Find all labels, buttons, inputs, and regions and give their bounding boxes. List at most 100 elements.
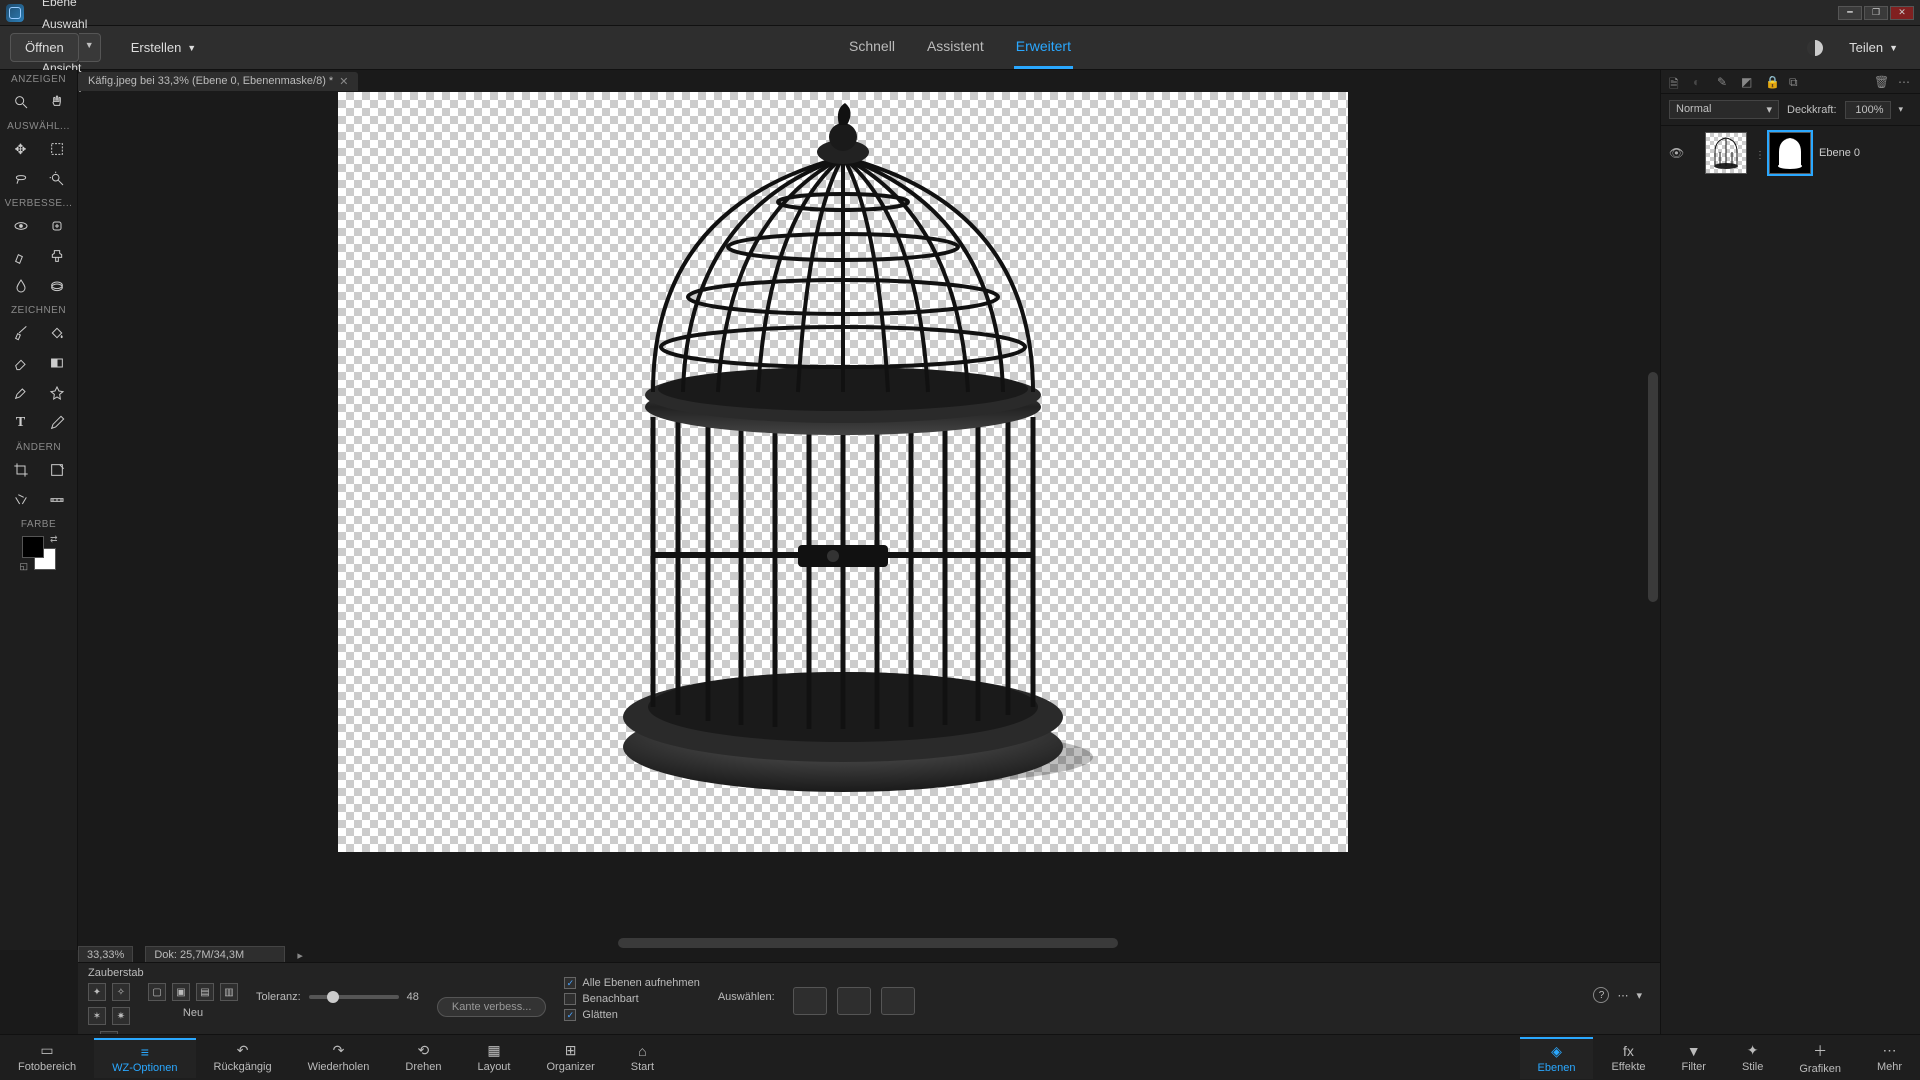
menu-ebene[interactable]: Ebene: [34, 0, 119, 13]
mask-link-icon[interactable]: ⋮: [1755, 150, 1761, 156]
help-icon[interactable]: ?: [1593, 987, 1609, 1003]
default-colors-icon[interactable]: ◱: [20, 561, 29, 572]
select-subject-button[interactable]: [793, 987, 827, 1015]
window-minimize-button[interactable]: ━: [1838, 6, 1862, 20]
window-maximize-button[interactable]: ❐: [1864, 6, 1888, 20]
color-swatch[interactable]: ⇄ ◱: [22, 536, 56, 570]
gradient-tool[interactable]: [46, 352, 68, 374]
redeye-tool[interactable]: [10, 215, 32, 237]
checkbox-all-layers[interactable]: ✓: [564, 977, 576, 989]
layer-mask-thumbnail[interactable]: [1769, 132, 1811, 174]
toolbox-section-enhance: VERBESSE...: [0, 194, 77, 211]
dock-grafiken[interactable]: ＋Grafiken: [1781, 1037, 1859, 1079]
dock-layout[interactable]: ▦Layout: [459, 1038, 528, 1078]
sponge-tool[interactable]: [46, 275, 68, 297]
marquee-tool[interactable]: [46, 138, 68, 160]
open-button[interactable]: Öffnen: [10, 33, 79, 62]
selection-new-icon[interactable]: ▢: [148, 983, 166, 1001]
create-button[interactable]: Erstellen ▼: [119, 34, 209, 61]
document-tab[interactable]: Käfig.jpeg bei 33,3% (Ebene 0, Ebenenmas…: [78, 72, 358, 91]
blend-mode-select[interactable]: Normal▾: [1669, 100, 1779, 119]
share-button[interactable]: Teilen ▼: [1837, 34, 1910, 61]
blur-tool[interactable]: [10, 275, 32, 297]
layer-mask-icon[interactable]: ◩: [1741, 75, 1755, 89]
dock-stile[interactable]: ✦Stile: [1724, 1037, 1781, 1079]
dock-rückgängig[interactable]: ↶Rückgängig: [196, 1038, 290, 1078]
wand-variant-2[interactable]: ✧: [112, 983, 130, 1001]
dock-wz-optionen[interactable]: ≡WZ-Optionen: [94, 1038, 195, 1078]
menu-auswahl[interactable]: Auswahl: [34, 13, 119, 35]
dock-drehen[interactable]: ⟲Drehen: [387, 1038, 459, 1078]
brush-tool[interactable]: [10, 322, 32, 344]
delete-layer-icon[interactable]: 🗑: [1874, 75, 1888, 89]
dock-mehr[interactable]: ⋯Mehr: [1859, 1037, 1920, 1079]
wand-variant-1[interactable]: ✦: [88, 983, 106, 1001]
dock-fotobereich[interactable]: ▭Fotobereich: [0, 1038, 94, 1078]
new-layer-icon[interactable]: 🗎: [1669, 75, 1683, 89]
recompose-tool[interactable]: [46, 459, 68, 481]
zoom-tool[interactable]: [10, 91, 32, 113]
dock-ebenen[interactable]: ◈Ebenen: [1520, 1037, 1594, 1079]
smart-brush-tool[interactable]: [10, 245, 32, 267]
selection-add-icon[interactable]: ▣: [172, 983, 190, 1001]
horizontal-scrollbar[interactable]: [618, 938, 1118, 948]
select-sky-button[interactable]: [837, 987, 871, 1015]
content-aware-move-tool[interactable]: [10, 489, 32, 511]
opacity-dropdown-icon[interactable]: ▾: [1899, 104, 1904, 115]
options-collapse-icon[interactable]: ▾: [1636, 989, 1642, 1002]
dock-organizer[interactable]: ⊞Organizer: [528, 1038, 612, 1078]
vertical-scrollbar[interactable]: [1648, 372, 1658, 602]
text-tool[interactable]: T: [10, 412, 32, 434]
layer-link-icon[interactable]: [1691, 150, 1697, 156]
select-background-button[interactable]: [881, 987, 915, 1015]
document-tab-close-icon[interactable]: ✕: [339, 75, 348, 88]
straighten-tool[interactable]: [46, 489, 68, 511]
mode-tab-assistent[interactable]: Assistent: [925, 26, 986, 69]
swap-colors-icon[interactable]: ⇄: [50, 534, 58, 545]
lock-layer-icon[interactable]: 🔒: [1765, 75, 1779, 89]
mode-tab-schnell[interactable]: Schnell: [847, 26, 897, 69]
pencil-tool[interactable]: [46, 412, 68, 434]
eyedropper-tool[interactable]: [10, 382, 32, 404]
status-menu-icon[interactable]: ▸: [297, 949, 303, 962]
magic-wand-tool[interactable]: [46, 168, 68, 190]
dock-effekte[interactable]: fxEffekte: [1593, 1037, 1663, 1079]
layers-panel-menu-icon[interactable]: ⋯: [1898, 75, 1912, 89]
dock-filter[interactable]: ▼Filter: [1664, 1037, 1724, 1079]
theme-toggle-icon[interactable]: [1807, 40, 1823, 56]
options-menu-icon[interactable]: ⋯: [1617, 989, 1628, 1002]
dock-icon: ⋯: [1882, 1042, 1896, 1059]
hand-tool[interactable]: [46, 91, 68, 113]
opacity-value-input[interactable]: 100%: [1845, 101, 1891, 119]
selection-subtract-icon[interactable]: ▤: [196, 983, 214, 1001]
wand-variant-4[interactable]: ✷: [112, 1007, 130, 1025]
layer-name-label[interactable]: Ebene 0: [1819, 147, 1860, 159]
crop-tool[interactable]: [10, 459, 32, 481]
layer-row[interactable]: 👁 ⋮ Ebene 0: [1661, 126, 1920, 180]
layer-style-icon[interactable]: ✎: [1717, 75, 1731, 89]
tolerance-slider[interactable]: [309, 995, 399, 999]
eraser-tool[interactable]: [10, 352, 32, 374]
dock-start[interactable]: ⌂Start: [613, 1038, 672, 1078]
lasso-tool[interactable]: [10, 168, 32, 190]
wand-variant-3[interactable]: ✶: [88, 1007, 106, 1025]
document-canvas[interactable]: [338, 92, 1348, 852]
clone-stamp-tool[interactable]: [46, 245, 68, 267]
adjustment-layer-icon[interactable]: ◐: [1693, 75, 1707, 89]
paint-bucket-tool[interactable]: [46, 322, 68, 344]
open-dropdown-button[interactable]: ▼: [79, 33, 101, 62]
checkbox-antialias[interactable]: ✓: [564, 1009, 576, 1021]
shape-tool[interactable]: [46, 382, 68, 404]
selection-intersect-icon[interactable]: ▥: [220, 983, 238, 1001]
link-layers-icon[interactable]: ⧉: [1789, 75, 1803, 89]
move-tool[interactable]: ✥: [10, 138, 32, 160]
spot-heal-tool[interactable]: [46, 215, 68, 237]
mode-tab-erweitert[interactable]: Erweitert: [1014, 26, 1073, 69]
dock-wiederholen[interactable]: ↷Wiederholen: [290, 1038, 388, 1078]
window-close-button[interactable]: ✕: [1890, 6, 1914, 20]
checkbox-contiguous[interactable]: [564, 993, 576, 1005]
layer-visibility-icon[interactable]: 👁: [1669, 146, 1683, 160]
foreground-color-swatch[interactable]: [22, 536, 44, 558]
layer-thumbnail[interactable]: [1705, 132, 1747, 174]
refine-edge-button[interactable]: Kante verbess...: [437, 997, 547, 1017]
